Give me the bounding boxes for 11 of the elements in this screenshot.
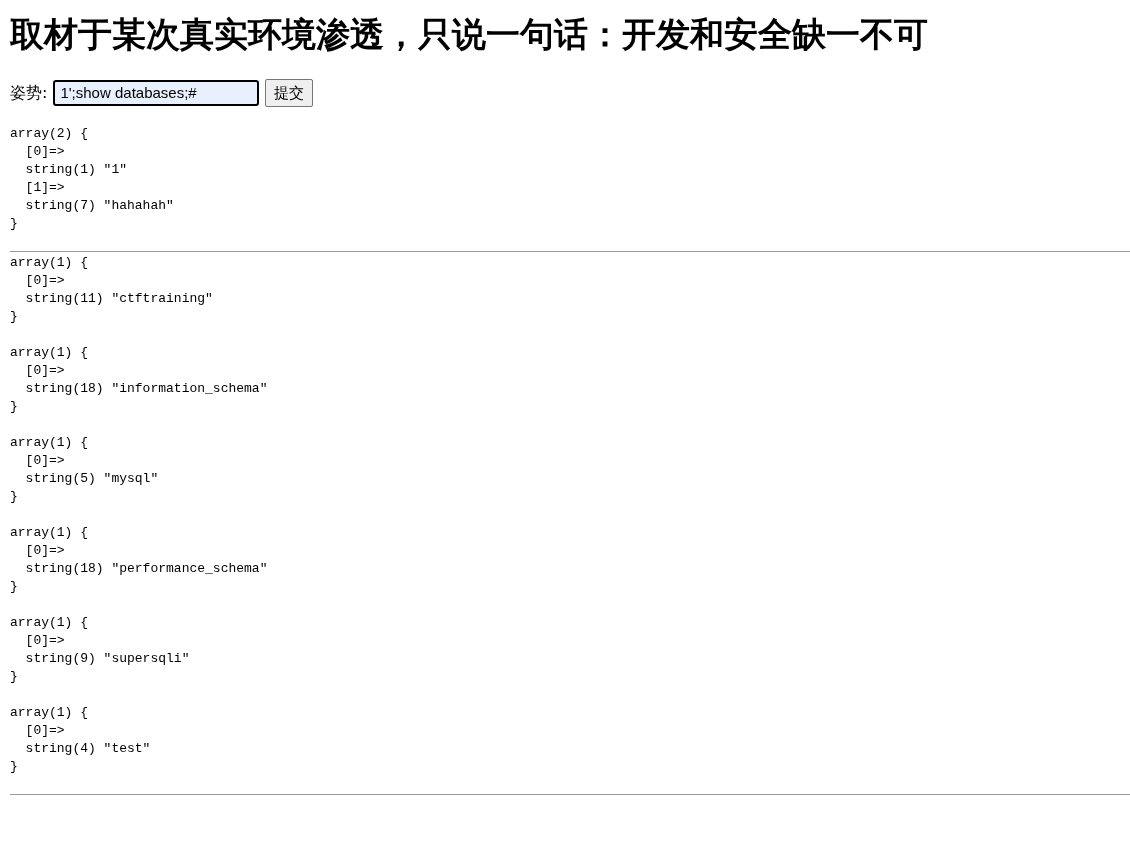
- var-dump-output: array(1) { [0]=> string(4) "test" }: [10, 703, 152, 776]
- submit-button[interactable]: 提交: [265, 78, 314, 107]
- page-heading: 取材于某次真实环境渗透，只说一句话：开发和安全缺一不可: [10, 14, 929, 55]
- var-dump-output: array(1) { [0]=> string(9) "supersqli" }: [10, 613, 191, 686]
- field-label: 姿势:: [10, 81, 48, 104]
- var-dump-output: array(1) { [0]=> string(18) "performance_schema" }: [10, 523, 269, 596]
- var-dump-output: array(1) { [0]=> string(11) "ctftraining" }: [10, 253, 214, 326]
- var-dump-output: array(1) { [0]=> string(18) "information_schema" }: [10, 343, 269, 416]
- query-field[interactable]: 1';show databases;#: [53, 79, 260, 106]
- var-dump-output: array(2) { [0]=> string(1) "1" [1]=> string(7) "hahahah" }: [10, 124, 175, 233]
- var-dump-output: array(1) { [0]=> string(5) "mysql" }: [10, 433, 160, 506]
